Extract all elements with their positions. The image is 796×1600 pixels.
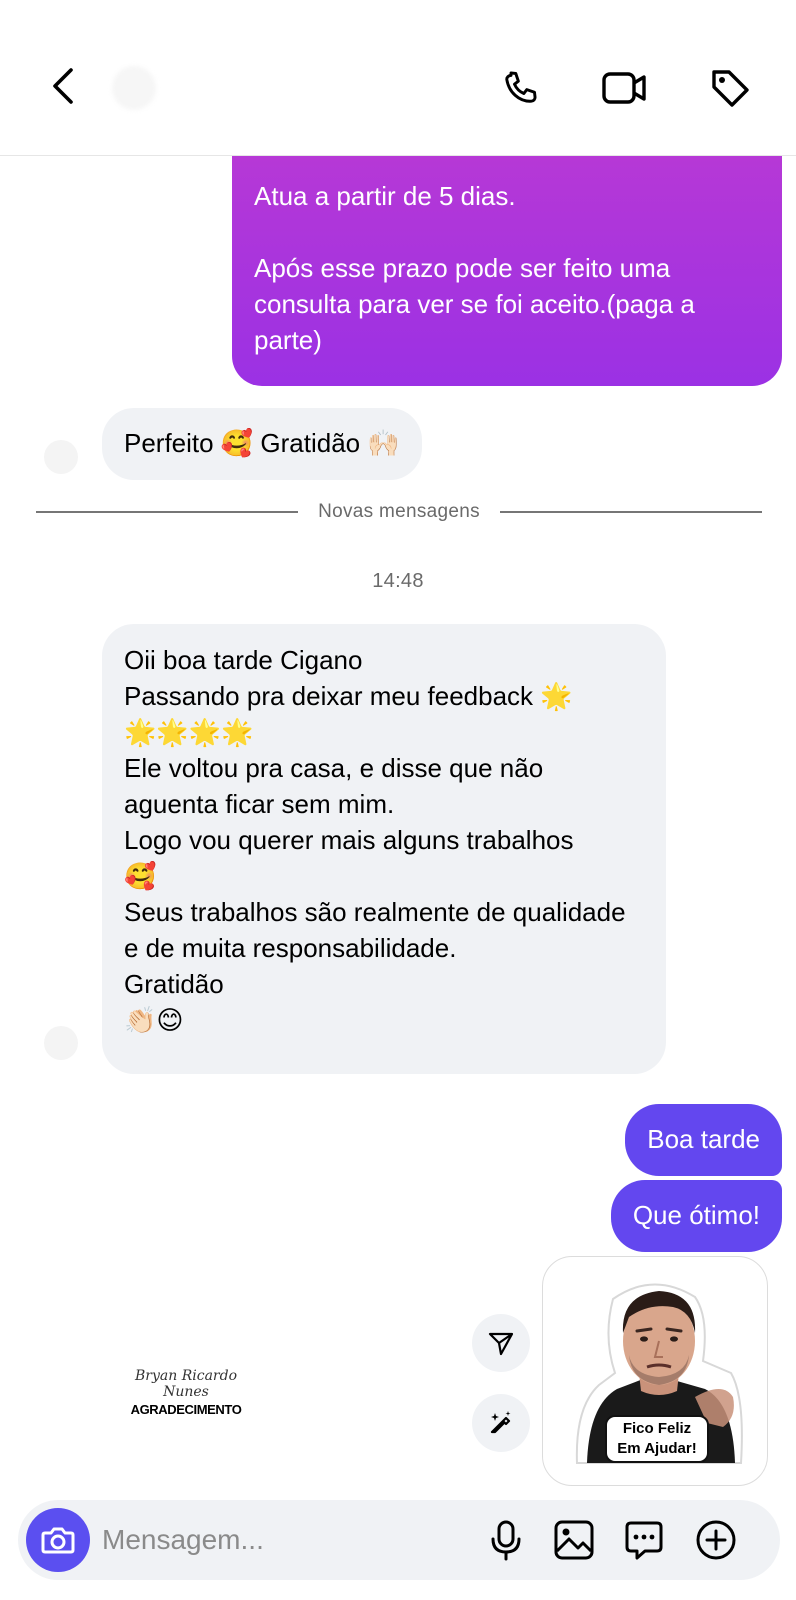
ai-edit-button[interactable] <box>472 1394 530 1452</box>
video-camera-icon <box>602 72 646 104</box>
incoming-message[interactable]: Perfeito 🥰 Gratidão 🙌🏻 <box>102 408 422 480</box>
camera-button[interactable] <box>26 1508 90 1572</box>
share-button[interactable] <box>472 1314 530 1372</box>
sender-avatar[interactable] <box>44 1026 78 1060</box>
message-composer <box>18 1500 780 1580</box>
message-thread[interactable]: Atua a partir de 5 dias. Após esse prazo… <box>0 156 796 1508</box>
camera-icon <box>41 1527 75 1554</box>
message-line: Seus trabalhos são realmente de qualidad… <box>124 897 626 963</box>
message-text: Boa tarde <box>647 1124 760 1154</box>
more-options-button[interactable] <box>692 1516 740 1564</box>
divider-line <box>36 511 299 513</box>
send-icon <box>488 1332 514 1356</box>
sticker-caption: Fico Feliz Em Ajudar! <box>605 1415 709 1463</box>
sticker-caption-line: Fico Feliz <box>622 1420 692 1437</box>
message-timestamp: 14:48 <box>372 570 424 592</box>
sticker-button[interactable] <box>620 1516 668 1564</box>
incoming-message[interactable]: Oii boa tarde Cigano Passando pra deixar… <box>102 624 666 1074</box>
divider-line <box>499 511 762 513</box>
new-messages-divider: Novas mensagens <box>36 500 762 524</box>
video-call-button[interactable] <box>594 62 654 114</box>
message-line: Ele voltou pra casa, e disse que não agu… <box>124 753 544 819</box>
outgoing-message[interactable]: Boa tarde <box>625 1104 782 1176</box>
sticker-message[interactable]: Fico Feliz Em Ajudar! <box>542 1256 768 1486</box>
chat-bubble-icon <box>625 1521 663 1560</box>
outgoing-message[interactable]: Que ótimo! <box>610 1180 782 1252</box>
message-text: Perfeito 🥰 Gratidão 🙌🏻 <box>124 428 400 458</box>
message-input[interactable] <box>102 1518 472 1562</box>
message-line: 🥰 <box>124 861 157 891</box>
divider-label: Novas mensagens <box>318 501 480 522</box>
message-text: Que ótimo! <box>632 1200 760 1230</box>
message-line: Passando pra deixar meu feedback 🌟 <box>124 681 573 711</box>
signature-name: Bryan Ricardo <box>135 1367 237 1384</box>
message-line: 🌟🌟🌟🌟 <box>124 717 254 747</box>
image-icon <box>554 1520 594 1560</box>
back-button[interactable] <box>38 58 90 114</box>
dm-thread-screen: Atua a partir de 5 dias. Após esse prazo… <box>0 0 796 1600</box>
microphone-button[interactable] <box>482 1516 530 1564</box>
message-text: Após esse prazo pode ser feito uma consu… <box>254 253 695 355</box>
contact-avatar[interactable] <box>112 66 156 110</box>
sticker-caption-line: Em Ajudar! <box>617 1440 697 1457</box>
message-line: Gratidão <box>124 969 224 999</box>
outgoing-message[interactable]: Atua a partir de 5 dias. Após esse prazo… <box>232 156 782 386</box>
signature-surname: Nunes <box>163 1383 209 1400</box>
phone-icon <box>505 71 537 103</box>
tag-icon <box>712 70 749 107</box>
plus-circle-icon <box>696 1520 736 1560</box>
microphone-icon <box>491 1520 521 1561</box>
chat-header <box>0 0 796 156</box>
message-text: Atua a partir de 5 dias. <box>254 181 516 211</box>
message-line: Logo vou querer mais alguns trabalhos <box>124 825 574 855</box>
message-line: 👏🏻😊 <box>124 1005 184 1035</box>
tag-button[interactable] <box>700 62 760 114</box>
image-caption: AGRADECIMENTO <box>130 1401 242 1417</box>
voice-call-button[interactable] <box>490 62 550 114</box>
shared-image-message[interactable]: Bryan Ricardo Nunes AGRADECIMENTO <box>70 1276 302 1508</box>
gallery-button[interactable] <box>550 1516 598 1564</box>
magic-brush-icon <box>490 1411 511 1434</box>
chevron-left-icon <box>53 68 73 104</box>
message-line: Oii boa tarde Cigano <box>124 645 363 675</box>
sender-avatar[interactable] <box>44 440 78 474</box>
